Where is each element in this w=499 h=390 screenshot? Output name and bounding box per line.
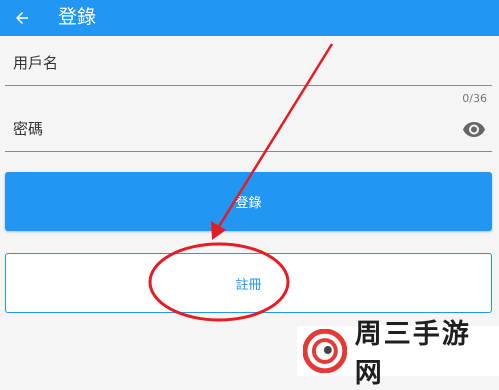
- eye-icon: [463, 122, 485, 137]
- arrow-left-icon: [16, 12, 28, 24]
- swirl-logo-icon: [303, 329, 347, 373]
- password-field[interactable]: 密碼: [5, 106, 492, 152]
- back-button[interactable]: [6, 0, 38, 36]
- app-bar: 登錄: [0, 0, 499, 36]
- username-label: 用戶名: [13, 54, 59, 72]
- login-button[interactable]: 登錄: [5, 172, 492, 231]
- password-underline: [5, 151, 492, 152]
- register-button-label: 註冊: [235, 277, 262, 293]
- register-button[interactable]: 註冊: [5, 253, 492, 313]
- password-label: 密碼: [13, 120, 44, 138]
- watermark-text: 周三手游网: [354, 319, 471, 389]
- toggle-password-visibility-button[interactable]: [462, 120, 486, 138]
- username-field[interactable]: 用戶名: [5, 40, 492, 86]
- username-underline: [5, 85, 492, 86]
- watermark: 周三手游网: [297, 319, 499, 389]
- login-button-label: 登錄: [235, 196, 262, 211]
- password-counter: 0/36: [462, 92, 487, 105]
- page-title: 登錄: [58, 6, 97, 28]
